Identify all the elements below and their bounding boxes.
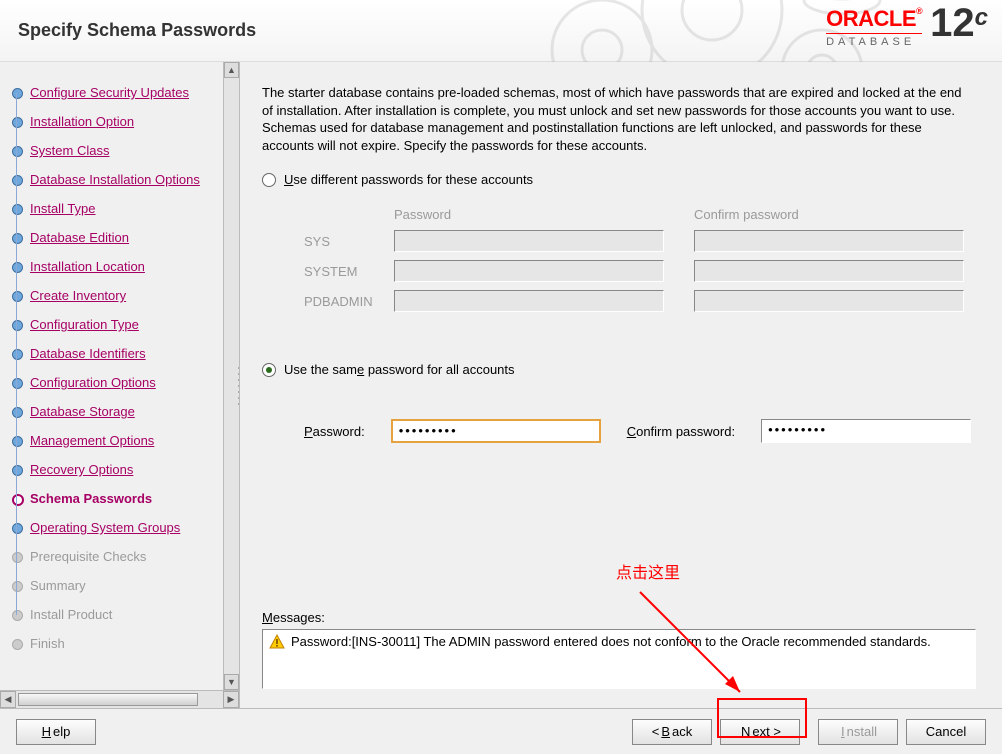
- brand-12: 12: [930, 6, 975, 40]
- radio-icon[interactable]: [262, 173, 276, 187]
- password-label: Password:: [304, 424, 365, 439]
- sidebar-item-label: Database Identifiers: [30, 346, 146, 361]
- sidebar-item[interactable]: Management Options: [30, 426, 223, 455]
- sidebar-item-label: Installation Location: [30, 259, 145, 274]
- sidebar-item-label: Prerequisite Checks: [30, 549, 146, 564]
- system-password-input: [394, 260, 664, 282]
- pdbadmin-confirm-input: [694, 290, 964, 312]
- sidebar-item: Install Product: [30, 600, 223, 629]
- intro-text: The starter database contains pre-loaded…: [262, 84, 962, 154]
- sidebar-item-label: Management Options: [30, 433, 154, 448]
- sidebar-item[interactable]: Database Identifiers: [30, 339, 223, 368]
- sidebar-item[interactable]: Schema Passwords: [30, 484, 223, 513]
- col-password: Password: [394, 207, 664, 222]
- sidebar-item-label: Configuration Type: [30, 317, 139, 332]
- brand: ORACLE® DATABASE 12 c: [826, 6, 988, 48]
- header: Specify Schema Passwords ORACLE® DATABAS…: [0, 0, 1002, 62]
- sidebar-item-label: Schema Passwords: [30, 491, 152, 506]
- sys-password-input: [394, 230, 664, 252]
- radio-icon[interactable]: [262, 363, 276, 377]
- sidebar-item[interactable]: Database Storage: [30, 397, 223, 426]
- install-button: Install: [818, 719, 898, 745]
- messages-label: Messages:: [262, 610, 325, 625]
- sidebar-item-label: Create Inventory: [30, 288, 126, 303]
- main: Configure Security Updates Installation O…: [0, 62, 1002, 708]
- sidebar-item[interactable]: Operating System Groups: [30, 513, 223, 542]
- page-title: Specify Schema Passwords: [18, 20, 256, 41]
- pdbadmin-password-input: [394, 290, 664, 312]
- content-panel: The starter database contains pre-loaded…: [240, 62, 1002, 708]
- warning-icon: [269, 634, 285, 650]
- sidebar-item-label: System Class: [30, 143, 109, 158]
- brand-c: c: [975, 4, 988, 32]
- sidebar-item-label: Configuration Options: [30, 375, 156, 390]
- sidebar-item[interactable]: Recovery Options: [30, 455, 223, 484]
- sys-confirm-input: [694, 230, 964, 252]
- sidebar-item: Finish: [30, 629, 223, 658]
- sidebar-item[interactable]: System Class: [30, 136, 223, 165]
- sidebar-item: Summary: [30, 571, 223, 600]
- sidebar-item-label: Configure Security Updates: [30, 85, 189, 100]
- sidebar-item[interactable]: Configuration Type: [30, 310, 223, 339]
- sidebar-item[interactable]: Database Installation Options: [30, 165, 223, 194]
- sidebar-item-label: Installation Option: [30, 114, 134, 129]
- sidebar-item-label: Install Product: [30, 607, 112, 622]
- sidebar-item-label: Summary: [30, 578, 86, 593]
- cancel-button[interactable]: Cancel: [906, 719, 986, 745]
- sidebar-item[interactable]: Installation Location: [30, 252, 223, 281]
- sidebar-item-label: Recovery Options: [30, 462, 133, 477]
- footer: Help < Back Next > Install Cancel: [0, 708, 1002, 754]
- confirm-label: Confirm password:: [627, 424, 735, 439]
- sidebar-item-label: Database Storage: [30, 404, 135, 419]
- messages-section: Messages: Password:[INS-30011] The ADMIN…: [262, 610, 976, 689]
- col-confirm: Confirm password: [694, 207, 964, 222]
- sidebar-item[interactable]: Installation Option: [30, 107, 223, 136]
- scroll-thumb[interactable]: [18, 693, 198, 706]
- sidebar-item-label: Database Edition: [30, 230, 129, 245]
- row-system: SYSTEM: [304, 264, 394, 279]
- next-button[interactable]: Next >: [720, 719, 800, 745]
- sidebar-item[interactable]: Configuration Options: [30, 368, 223, 397]
- back-button[interactable]: < Back: [632, 719, 712, 745]
- sidebar-item-label: Finish: [30, 636, 65, 651]
- sidebar-item: Prerequisite Checks: [30, 542, 223, 571]
- sidebar-horizontal-scrollbar[interactable]: ◀ ▶: [0, 690, 239, 708]
- sidebar-item-label: Database Installation Options: [30, 172, 200, 187]
- help-button[interactable]: Help: [16, 719, 96, 745]
- radio-same-password[interactable]: Use the same password for all accounts: [262, 362, 976, 377]
- password-input[interactable]: •••••••••: [391, 419, 601, 443]
- scroll-down-arrow-icon[interactable]: ▼: [224, 674, 239, 690]
- confirm-password-input[interactable]: •••••••••: [761, 419, 971, 443]
- scroll-left-arrow-icon[interactable]: ◀: [0, 691, 16, 708]
- password-table: Password Confirm password SYS SYSTEM PDB…: [304, 207, 976, 312]
- sidebar-item-label: Operating System Groups: [30, 520, 180, 535]
- brand-database: DATABASE: [826, 33, 922, 48]
- sidebar-item[interactable]: Database Edition: [30, 223, 223, 252]
- radio-label: Use the same password for all accounts: [284, 362, 515, 377]
- row-sys: SYS: [304, 234, 394, 249]
- radio-different-passwords[interactable]: Use different passwords for these accoun…: [262, 172, 976, 187]
- system-confirm-input: [694, 260, 964, 282]
- sidebar-item[interactable]: Configure Security Updates: [30, 78, 223, 107]
- sidebar-item[interactable]: Create Inventory: [30, 281, 223, 310]
- sidebar-item-label: Install Type: [30, 201, 96, 216]
- brand-registered: ®: [916, 6, 922, 16]
- brand-oracle: ORACLE: [826, 6, 916, 31]
- same-password-fields: Password: ••••••••• Confirm password: ••…: [304, 419, 976, 443]
- sidebar-item[interactable]: Install Type: [30, 194, 223, 223]
- row-pdbadmin: PDBADMIN: [304, 294, 394, 309]
- message-text: Password:[INS-30011] The ADMIN password …: [291, 634, 931, 651]
- messages-box: Password:[INS-30011] The ADMIN password …: [262, 629, 976, 689]
- radio-label: Use different passwords for these accoun…: [284, 172, 533, 187]
- sidebar: Configure Security Updates Installation O…: [0, 62, 240, 708]
- scroll-right-arrow-icon[interactable]: ▶: [223, 691, 239, 708]
- scroll-up-arrow-icon[interactable]: ▲: [224, 62, 239, 78]
- step-list: Configure Security Updates Installation O…: [0, 78, 223, 658]
